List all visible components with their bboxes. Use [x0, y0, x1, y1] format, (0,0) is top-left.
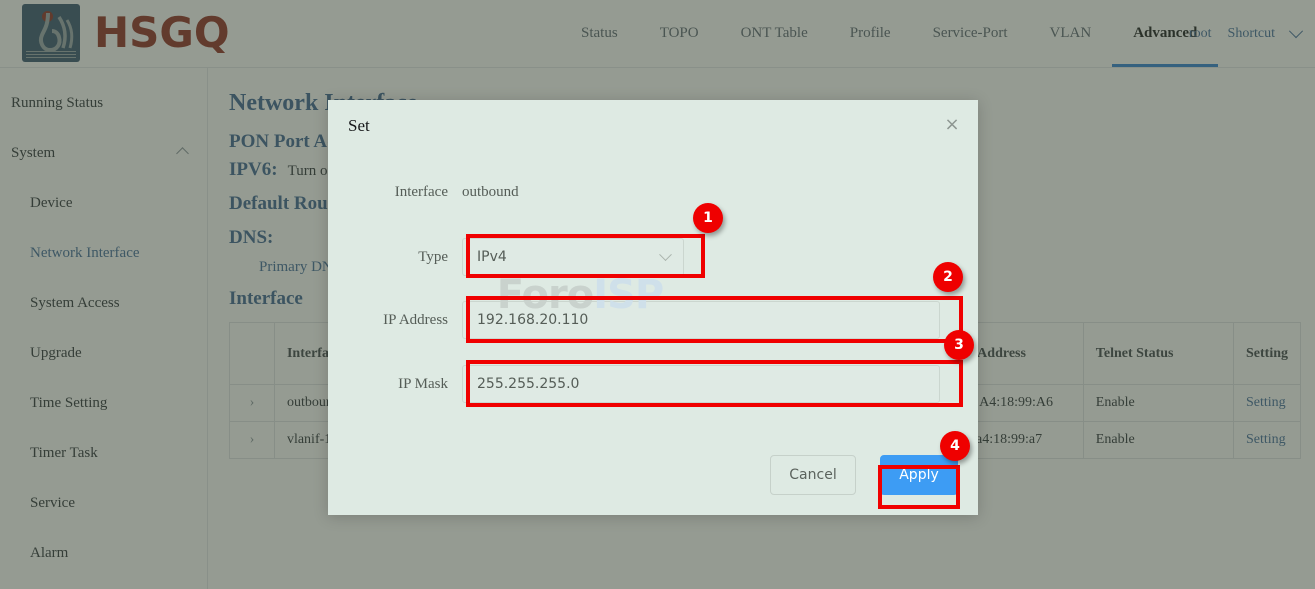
type-label: Type	[328, 249, 462, 266]
dialog-title: Set	[348, 116, 370, 136]
annotation-badge-3: 3	[944, 330, 974, 360]
interface-value: outbound	[462, 184, 519, 201]
dialog-footer: Cancel Apply	[770, 455, 958, 495]
ip-mask-label: IP Mask	[328, 376, 462, 393]
close-icon[interactable]: ×	[942, 116, 962, 136]
ip-mask-value: 255.255.255.0	[477, 376, 579, 392]
chevron-down-icon[interactable]	[659, 248, 672, 261]
type-row: Type IPv4	[328, 238, 978, 276]
ip-address-value: 192.168.20.110	[477, 312, 588, 328]
ip-mask-row: IP Mask 255.255.255.0	[328, 365, 978, 403]
annotation-badge-2: 2	[933, 262, 963, 292]
ip-mask-input[interactable]: 255.255.255.0	[462, 365, 940, 403]
annotation-badge-4: 4	[940, 431, 970, 461]
set-interface-dialog: Set × Interface outbound Type IPv4 IP Ad…	[328, 100, 978, 515]
apply-button[interactable]: Apply	[880, 455, 958, 495]
cancel-button[interactable]: Cancel	[770, 455, 856, 495]
ip-address-label: IP Address	[328, 312, 462, 329]
type-select[interactable]: IPv4	[462, 238, 684, 276]
ip-address-row: IP Address 192.168.20.110	[328, 301, 978, 339]
interface-row: Interface outbound	[328, 184, 978, 201]
annotation-badge-1: 1	[693, 203, 723, 233]
ip-address-input[interactable]: 192.168.20.110	[462, 301, 940, 339]
type-select-value: IPv4	[477, 249, 507, 265]
interface-label: Interface	[328, 184, 462, 201]
